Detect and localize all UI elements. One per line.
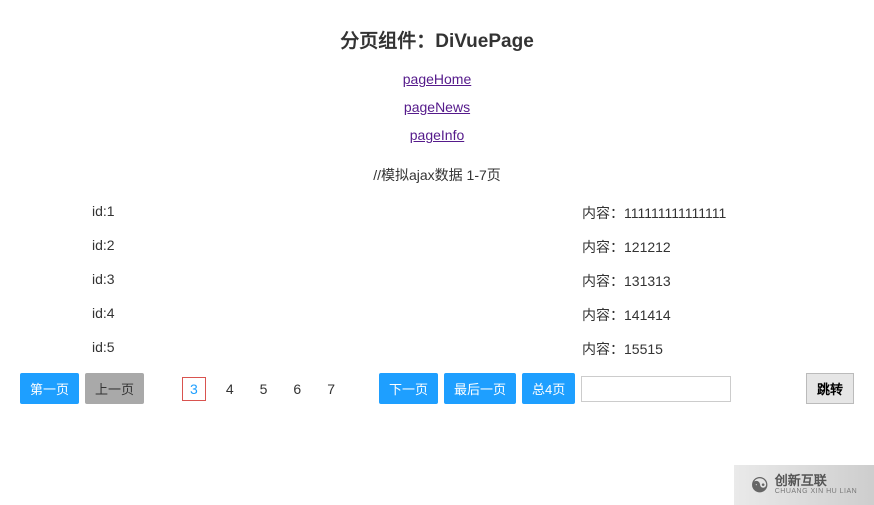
watermark-logo: ☯ 创新互联 CHUANG XIN HU LIAN	[734, 465, 874, 505]
page-number[interactable]: 7	[321, 377, 341, 401]
page-number[interactable]: 3	[182, 377, 206, 401]
row-id: id:4	[92, 305, 142, 325]
next-page-button[interactable]: 下一页	[379, 373, 438, 404]
ajax-data-label: //模拟ajax数据 1-7页	[20, 165, 854, 185]
pagination-bar: 第一页 上一页 3 4 5 6 7 下一页 最后一页 总4页 跳转	[0, 373, 874, 404]
page-number[interactable]: 5	[254, 377, 274, 401]
row-id: id:3	[92, 271, 142, 291]
last-page-button[interactable]: 最后一页	[444, 373, 516, 404]
list-item: id:3 内容：131313	[92, 271, 782, 291]
list-item: id:2 内容：121212	[92, 237, 782, 257]
first-page-button[interactable]: 第一页	[20, 373, 79, 404]
row-content: 内容：111111111111111	[582, 203, 782, 223]
watermark-en: CHUANG XIN HU LIAN	[775, 488, 858, 496]
row-id: id:2	[92, 237, 142, 257]
logo-icon: ☯	[751, 473, 769, 498]
list-item: id:4 内容：141414	[92, 305, 782, 325]
page-number[interactable]: 6	[287, 377, 307, 401]
watermark-cn: 创新互联	[775, 474, 858, 488]
total-pages-label: 总4页	[522, 373, 575, 404]
row-id: id:1	[92, 203, 142, 223]
link-pagehome[interactable]: pageHome	[403, 71, 472, 87]
jump-page-input[interactable]	[581, 376, 731, 402]
list-item: id:5 内容：15515	[92, 339, 782, 359]
row-content: 内容：15515	[582, 339, 782, 359]
page-title: 分页组件：DiVuePage	[20, 26, 854, 53]
data-list: id:1 内容：111111111111111 id:2 内容：121212 i…	[20, 203, 854, 359]
prev-page-button[interactable]: 上一页	[85, 373, 144, 404]
row-id: id:5	[92, 339, 142, 359]
row-content: 内容：131313	[582, 271, 782, 291]
list-item: id:1 内容：111111111111111	[92, 203, 782, 223]
jump-button[interactable]: 跳转	[806, 373, 854, 404]
page-number[interactable]: 4	[220, 377, 240, 401]
nav-links: pageHome pageNews pageInfo	[20, 71, 854, 143]
link-pagenews[interactable]: pageNews	[404, 99, 470, 115]
row-content: 内容：141414	[582, 305, 782, 325]
row-content: 内容：121212	[582, 237, 782, 257]
link-pageinfo[interactable]: pageInfo	[410, 127, 465, 143]
page-numbers: 3 4 5 6 7	[182, 377, 341, 401]
